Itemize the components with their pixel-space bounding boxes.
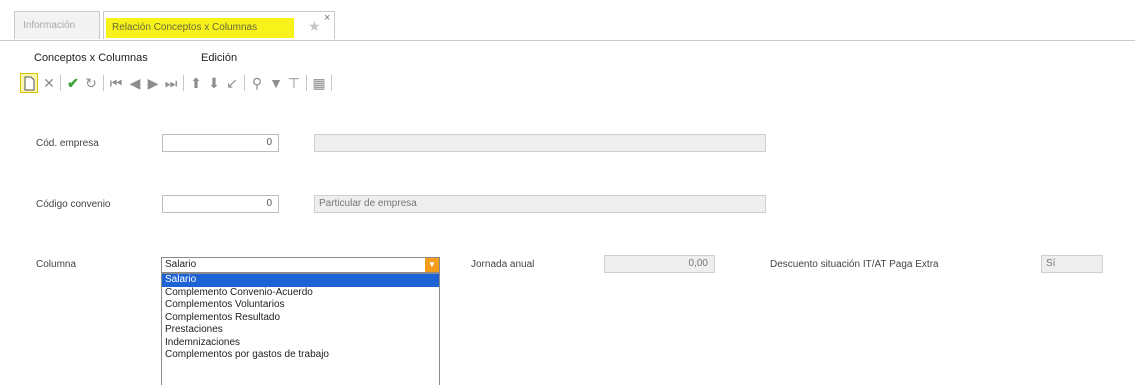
dropdown-option[interactable]: Complementos Resultado [162,312,439,325]
calendar-icon[interactable]: ▦ [310,73,328,93]
dropdown-option[interactable]: Complementos Voluntarios [162,299,439,312]
empresa-description [314,134,766,152]
search-icon[interactable]: ⚲ [248,73,266,93]
tab-informacion[interactable]: Información [14,11,100,39]
clear-filter-icon[interactable]: ⊤ [285,73,303,93]
chevron-down-icon[interactable]: ▼ [425,258,439,272]
columna-select[interactable]: Salario ▼ [161,257,440,273]
new-icon[interactable] [20,73,38,93]
columna-dropdown-list: Salario Complemento Convenio-Acuerdo Com… [161,273,440,385]
close-icon[interactable]: × [324,12,330,24]
toolbar-separator [331,75,332,91]
tab-informacion-label: Información [23,20,76,31]
jornada-anual-value: 0,00 [604,255,715,273]
dropdown-option[interactable]: Indemnizaciones [162,337,439,350]
jornada-anual-label: Jornada anual [471,259,535,270]
menu-conceptos-columnas[interactable]: Conceptos x Columnas [34,52,148,64]
cod-empresa-field[interactable]: 0 [162,134,279,152]
descuento-label: Descuento situación IT/AT Paga Extra [770,259,939,270]
menu-edicion[interactable]: Edición [201,52,237,64]
toolbar-separator [183,75,184,91]
toolbar-separator [103,75,104,91]
toolbar-separator [60,75,61,91]
toolbar-separator [306,75,307,91]
convenio-description: Particular de empresa [314,195,766,213]
undo-icon[interactable]: ↻ [82,73,100,93]
filter-icon[interactable]: ▼ [267,73,285,93]
delete-icon[interactable]: ✕ [40,73,58,93]
tab-relacion-conceptos[interactable]: Relación Conceptos x Columnas ★ × [103,11,335,39]
toolbar-separator [244,75,245,91]
cod-empresa-label: Cód. empresa [36,138,99,149]
dropdown-option[interactable]: Complementos por gastos de trabajo [162,349,439,362]
first-icon[interactable]: ⏮ [107,73,125,93]
dropdown-option[interactable]: Salario [162,274,439,287]
codigo-convenio-field[interactable]: 0 [162,195,279,213]
columna-selected-value: Salario [165,259,197,270]
move-up-icon[interactable]: ⬆ [187,73,205,93]
accept-icon[interactable]: ✔ [64,73,82,93]
last-icon[interactable]: ⏭ [162,73,180,93]
tab-relacion-label: Relación Conceptos x Columnas [106,18,294,38]
dropdown-option[interactable]: Complemento Convenio-Acuerdo [162,287,439,300]
previous-icon[interactable]: ◀ [126,73,144,93]
dropdown-option[interactable]: Prestaciones [162,324,439,337]
descuento-value: Sí [1041,255,1103,273]
codigo-convenio-label: Código convenio [36,199,111,210]
star-icon[interactable]: ★ [308,18,321,34]
columna-label: Columna [36,259,77,270]
sort-icon[interactable]: ↙ [223,73,241,93]
tab-bar: Información Relación Conceptos x Columna… [0,0,1135,41]
move-down-icon[interactable]: ⬇ [205,73,223,93]
next-icon[interactable]: ▶ [144,73,162,93]
